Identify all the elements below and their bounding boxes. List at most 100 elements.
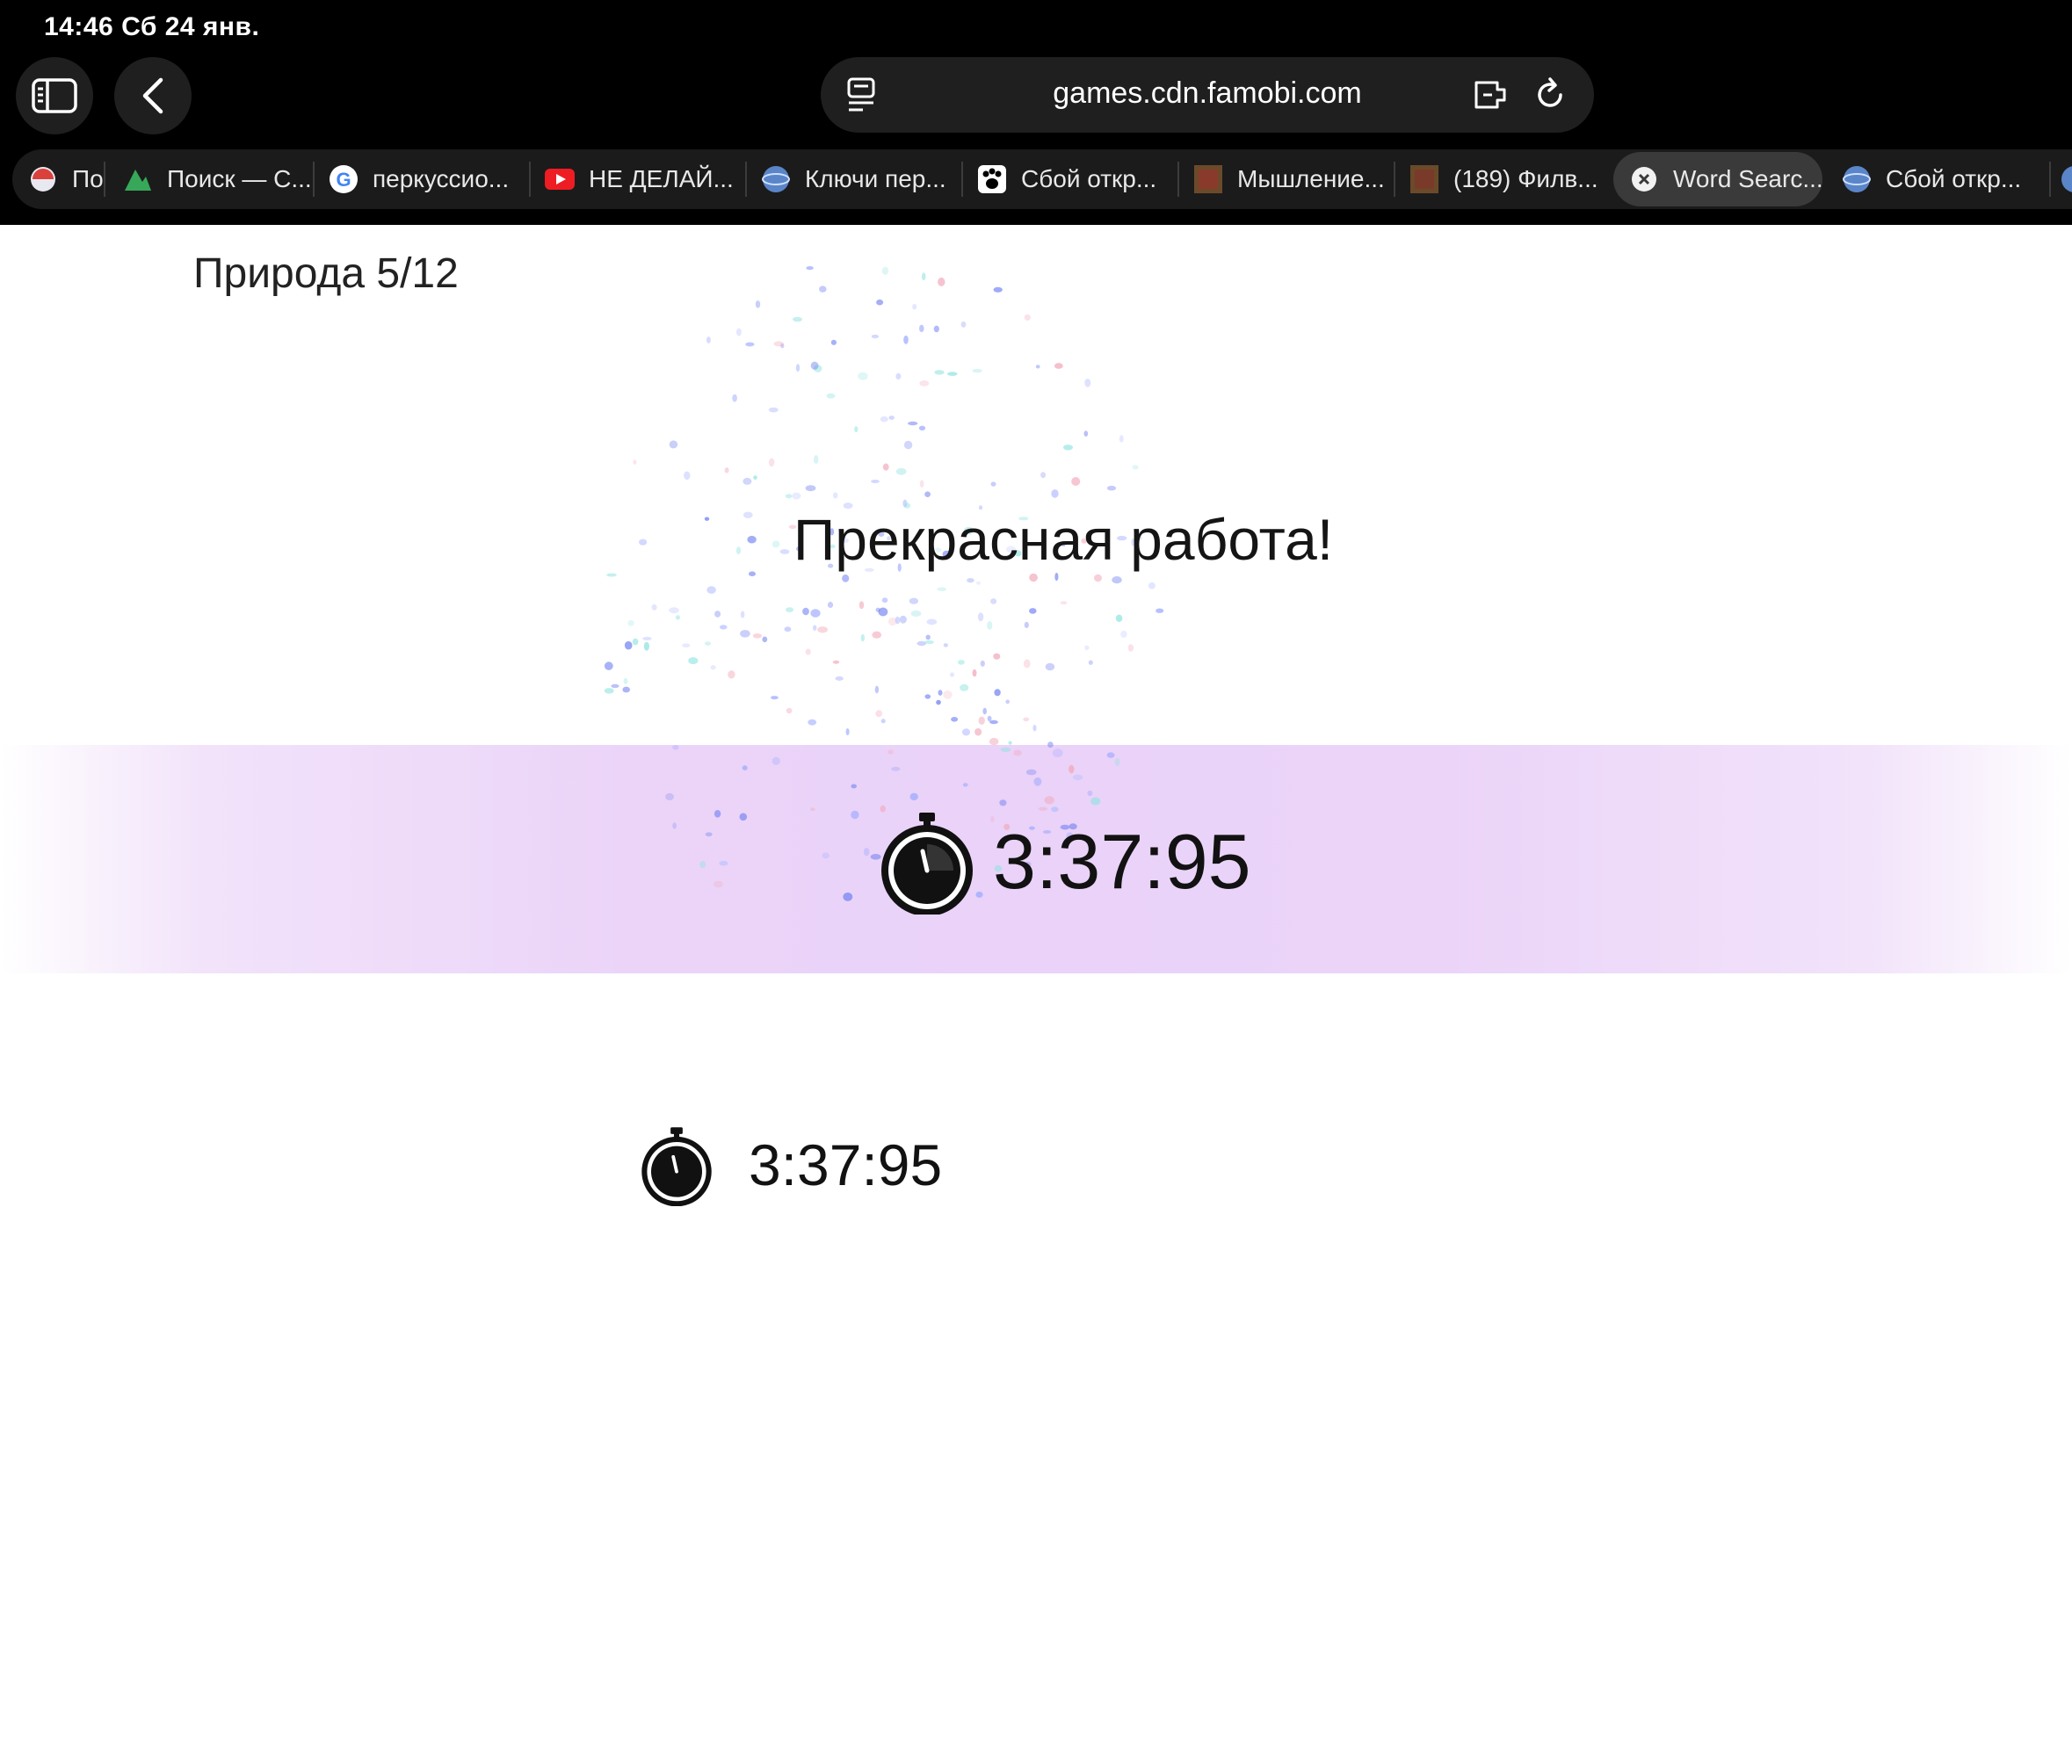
confetti-particle <box>810 609 821 618</box>
confetti-particle <box>1024 621 1029 628</box>
confetti-particle <box>1148 582 1156 589</box>
confetti-particle <box>808 719 817 726</box>
confetti-particle <box>624 640 633 650</box>
confetti-particle <box>753 475 757 480</box>
tab-separator <box>1394 162 1395 197</box>
confetti-particle <box>1084 379 1091 387</box>
confetti-particle <box>924 640 934 645</box>
back-button[interactable] <box>114 57 192 134</box>
reload-icon[interactable] <box>1531 76 1569 114</box>
tab-0[interactable]: По <box>28 149 116 209</box>
confetti-particle <box>745 342 755 347</box>
tab-3[interactable]: НЕ ДЕЛАЙ... <box>545 149 752 209</box>
confetti-particle <box>604 662 613 670</box>
confetti-particle <box>887 617 897 626</box>
confetti-particle <box>972 369 982 373</box>
confetti-particle <box>1156 608 1164 613</box>
confetti-particle <box>786 707 793 714</box>
confetti-particle <box>813 365 822 372</box>
tab-label: Поиск — С... <box>167 165 312 192</box>
confetti-particle <box>990 481 996 487</box>
confetti-particle <box>895 467 907 475</box>
confetti-particle <box>871 480 880 483</box>
sidebar-toggle-button[interactable] <box>16 57 93 134</box>
confetti-particle <box>724 467 729 474</box>
tab-separator <box>529 162 531 197</box>
confetti-particle <box>919 380 930 387</box>
confetti-particle <box>832 492 838 499</box>
confetti-particle <box>795 364 801 372</box>
tab-7[interactable]: (189) Филв... <box>1409 149 1617 209</box>
tab-6[interactable]: Мышление... <box>1193 149 1401 209</box>
tab-5[interactable]: Сбой откр... <box>977 149 1185 209</box>
confetti-particle <box>710 665 716 670</box>
confetti-particle <box>651 604 657 611</box>
current-time-value: 3:37:95 <box>993 818 1251 905</box>
confetti-particle <box>642 636 652 640</box>
confetti-particle <box>1120 630 1127 639</box>
confetti-particle <box>633 459 637 465</box>
confetti-particle <box>802 607 809 616</box>
tab-8-active[interactable]: Word Searc... <box>1613 152 1822 206</box>
confetti-particle <box>993 653 1001 660</box>
tab-separator <box>961 162 963 197</box>
tab-9[interactable]: Сбой откр... <box>1842 149 2049 209</box>
confetti-particle <box>916 640 926 647</box>
confetti-particle <box>1054 363 1063 369</box>
confetti-particle <box>943 690 953 699</box>
close-icon[interactable] <box>1629 164 1659 194</box>
tab-separator <box>745 162 747 197</box>
game-canvas[interactable]: Природа 5/12 Прекрасная работа! 3:37:95 … <box>0 225 2072 1764</box>
mountain-favicon-icon <box>123 164 153 194</box>
confetti-particle <box>793 316 802 322</box>
sidebar-icon <box>32 78 77 113</box>
confetti-particle <box>832 660 840 664</box>
confetti-particle <box>604 688 614 694</box>
paw-favicon-icon <box>977 164 1007 194</box>
confetti-particle <box>919 480 924 488</box>
confetti-particle <box>938 277 945 286</box>
confetti-particle <box>1083 430 1089 437</box>
confetti-particle <box>878 607 888 617</box>
confetti-particle <box>961 728 971 736</box>
confetti-particle <box>908 421 918 426</box>
confetti-particle <box>967 578 974 583</box>
confetti-particle <box>669 440 678 449</box>
confetti-particle <box>859 601 865 610</box>
confetti-particle <box>921 272 926 281</box>
confetti-particle <box>895 616 901 625</box>
confetti-particle <box>773 341 784 347</box>
confetti-particle <box>768 458 775 467</box>
tab-4[interactable]: Ключи пер... <box>761 149 968 209</box>
confetti-particle <box>1005 699 1010 705</box>
confetti-particle <box>675 615 680 620</box>
umbrella-favicon-icon <box>28 164 58 194</box>
confetti-particle <box>736 328 742 336</box>
confetti-particle <box>805 648 811 655</box>
tab-2[interactable]: G перкуссио... <box>329 149 536 209</box>
extensions-icon[interactable] <box>1471 76 1510 114</box>
confetti-particle <box>925 634 931 640</box>
confetti-particle <box>977 612 984 622</box>
confetti-particle <box>880 416 888 423</box>
confetti-particle <box>1045 662 1055 671</box>
confetti-particle <box>814 455 819 464</box>
confetti-particle <box>910 610 922 618</box>
address-bar[interactable]: games.cdn.famobi.com <box>821 57 1594 133</box>
confetti-particle <box>937 587 946 591</box>
confetti-particle <box>960 321 967 328</box>
confetti-particle <box>858 372 868 380</box>
tab-overflow[interactable] <box>2060 149 2072 209</box>
confetti-particle <box>875 607 880 612</box>
confetti-particle <box>854 426 859 433</box>
tab-1[interactable]: Поиск — С... <box>123 149 323 209</box>
chevron-left-icon <box>142 77 163 114</box>
confetti-particle <box>982 707 987 715</box>
confetti-particle <box>978 716 985 725</box>
tab-label: перкуссио... <box>373 165 510 192</box>
confetti-particle <box>1063 445 1073 451</box>
confetti-particle <box>627 619 634 626</box>
confetti-particle <box>974 727 982 736</box>
confetti-particle <box>606 573 617 577</box>
confetti-particle <box>706 336 711 343</box>
